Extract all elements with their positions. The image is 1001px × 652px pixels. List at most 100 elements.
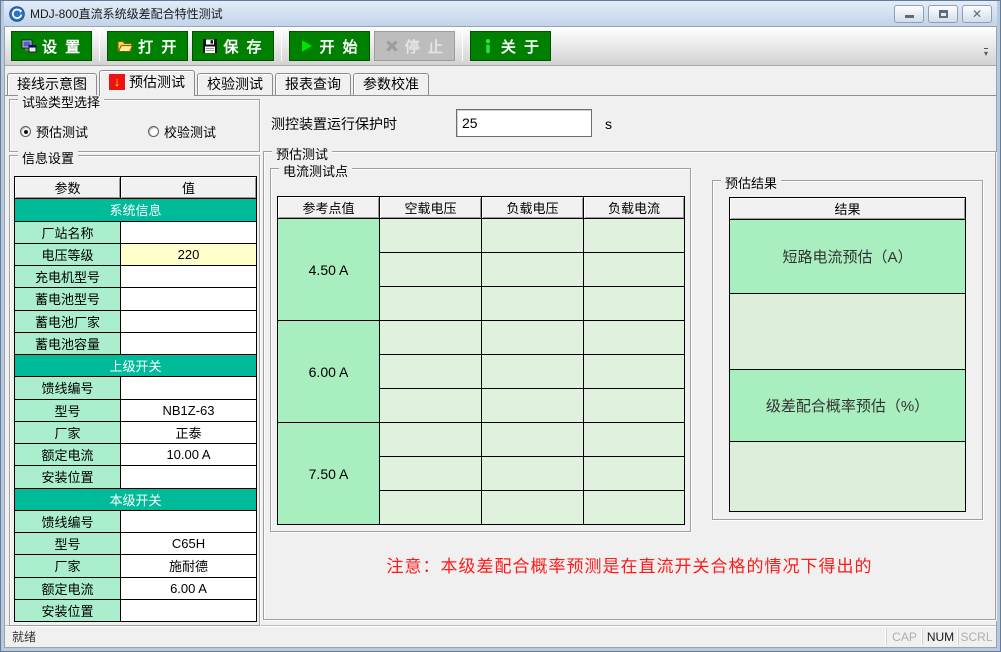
param-value-cell[interactable] xyxy=(121,288,257,310)
info-section-header: 本级开关 xyxy=(15,488,257,510)
measurement-cell xyxy=(584,219,685,253)
table-row: 充电机型号 xyxy=(15,266,257,288)
toolbar-button-label: 打 开 xyxy=(138,36,178,57)
status-indicator-scrl: SCRL xyxy=(958,629,994,645)
minimize-icon xyxy=(905,15,914,18)
param-value-cell[interactable]: 220 xyxy=(121,243,257,265)
param-value-cell[interactable] xyxy=(121,266,257,288)
protection-time-unit: s xyxy=(605,110,612,138)
info-column-header: 值 xyxy=(121,177,257,199)
measurement-cell xyxy=(482,491,584,525)
info-section-header: 系统信息 xyxy=(15,199,257,221)
param-value-cell[interactable]: C65H xyxy=(121,533,257,555)
result-column-header: 结果 xyxy=(730,198,966,220)
down-arrow-icon: ↓ xyxy=(109,74,125,90)
table-row: 蓄电池厂家 xyxy=(15,310,257,332)
status-indicator-cap: CAP xyxy=(886,629,922,645)
status-indicators: CAPNUMSCRL xyxy=(886,629,994,645)
measurement-cell xyxy=(380,219,482,253)
measurement-cell xyxy=(482,219,584,253)
toolbar-button-label: 停 止 xyxy=(405,36,445,57)
toolbar-button-settings[interactable]: 设 置 xyxy=(11,31,92,61)
measurement-cell xyxy=(380,287,482,321)
info-column-header: 参数 xyxy=(15,177,121,199)
table-row: 6.00 A xyxy=(278,321,685,355)
maximize-button[interactable] xyxy=(928,5,958,23)
radio-label-verify: 校验测试 xyxy=(164,122,216,141)
tab-4[interactable]: 参数校准 xyxy=(353,73,429,95)
toolbar-button-label: 保 存 xyxy=(223,36,263,57)
measurement-cell xyxy=(584,321,685,355)
group-info-settings: 信息设置 参数值系统信息厂站名称电压等级220充电机型号蓄电池型号蓄电池厂家蓄电… xyxy=(9,155,260,626)
table-row: 级差配合概率预估（%） xyxy=(730,370,966,442)
param-name-cell: 馈线编号 xyxy=(15,510,121,532)
radio-option-estimate[interactable]: 预估测试 xyxy=(20,122,88,141)
param-value-cell[interactable] xyxy=(121,332,257,354)
param-value-cell[interactable]: NB1Z-63 xyxy=(121,399,257,421)
result-table-body: 结果短路电流预估（A） 级差配合概率预估（%） xyxy=(730,198,966,512)
tab-3[interactable]: 报表查询 xyxy=(275,73,351,95)
status-indicator-num: NUM xyxy=(922,629,958,645)
toolbar-separator xyxy=(462,31,463,61)
toolbar-button-about[interactable]: 关 于 xyxy=(470,31,551,61)
toolbar-button-stop[interactable]: 停 止 xyxy=(374,31,455,61)
toolbar-button-label: 设 置 xyxy=(42,36,82,57)
reference-point-cell: 7.50 A xyxy=(278,423,380,525)
group-estimate-result: 预估结果 结果短路电流预估（A）级差配合概率预估（%） xyxy=(712,180,983,520)
measurement-cell xyxy=(482,321,584,355)
toolbar-button-open[interactable]: 打 开 xyxy=(107,31,188,61)
toolbar-overflow-button[interactable]: ▾ xyxy=(980,31,992,61)
measurement-cell xyxy=(584,457,685,491)
current-points-column-header: 空载电压 xyxy=(380,197,482,219)
measurement-cell xyxy=(584,355,685,389)
table-row: 上级开关 xyxy=(15,355,257,377)
toolbar-button-save[interactable]: 保 存 xyxy=(192,31,273,61)
window-title: MDJ-800直流系统级差配合特性测试 xyxy=(30,5,894,22)
tab-2[interactable]: 校验测试 xyxy=(197,73,273,95)
measurement-cell xyxy=(482,389,584,423)
param-name-cell: 安装位置 xyxy=(15,599,121,621)
minimize-button[interactable] xyxy=(894,5,924,23)
param-value-cell[interactable] xyxy=(121,466,257,488)
radio-icon-estimate[interactable] xyxy=(20,126,31,137)
measurement-cell xyxy=(380,491,482,525)
reference-point-cell: 4.50 A xyxy=(278,219,380,321)
group-current-points: 电流测试点 参考点值空载电压负载电压负载电流4.50 A6.00 A7.50 A xyxy=(270,168,691,532)
param-value-cell[interactable]: 6.00 A xyxy=(121,577,257,599)
toolbar: 设 置 打 开 保 存 开 始 停 止 关 于 ▾ xyxy=(5,27,996,66)
table-row: 本级开关 xyxy=(15,488,257,510)
param-value-cell[interactable] xyxy=(121,599,257,621)
param-value-cell[interactable]: 10.00 A xyxy=(121,444,257,466)
warning-note: 注意：本级差配合概率预测是在直流开关合格的情况下得出的 xyxy=(264,552,995,577)
param-value-cell[interactable] xyxy=(121,510,257,532)
radio-option-verify[interactable]: 校验测试 xyxy=(148,122,216,141)
toolbar-button-start[interactable]: 开 始 xyxy=(289,31,370,61)
param-value-cell[interactable]: 施耐德 xyxy=(121,555,257,577)
measurement-cell xyxy=(380,389,482,423)
measurement-cell xyxy=(482,355,584,389)
close-icon: ✕ xyxy=(972,8,982,20)
tab-0[interactable]: 接线示意图 xyxy=(7,73,97,95)
param-name-cell: 安装位置 xyxy=(15,466,121,488)
param-value-cell[interactable]: 正泰 xyxy=(121,421,257,443)
close-button[interactable]: ✕ xyxy=(962,5,992,23)
param-name-cell: 型号 xyxy=(15,399,121,421)
status-bar: 就绪 CAPNUMSCRL xyxy=(5,625,996,647)
result-value-cell xyxy=(730,442,966,512)
radio-icon-verify[interactable] xyxy=(148,126,159,137)
param-name-cell: 厂站名称 xyxy=(15,221,121,243)
result-label-cell: 短路电流预估（A） xyxy=(730,220,966,294)
protection-time-input[interactable] xyxy=(456,109,592,137)
toolbar-button-label: 开 始 xyxy=(320,36,360,57)
tab-1[interactable]: ↓预估测试 xyxy=(99,70,195,96)
measurement-cell xyxy=(482,287,584,321)
table-row: 型号NB1Z-63 xyxy=(15,399,257,421)
group-estimate-result-legend: 预估结果 xyxy=(721,173,781,192)
param-value-cell[interactable] xyxy=(121,221,257,243)
table-row: 额定电流10.00 A xyxy=(15,444,257,466)
about-icon xyxy=(480,38,496,54)
measurement-cell xyxy=(380,457,482,491)
param-value-cell[interactable] xyxy=(121,377,257,399)
measurement-cell xyxy=(584,287,685,321)
param-value-cell[interactable] xyxy=(121,310,257,332)
